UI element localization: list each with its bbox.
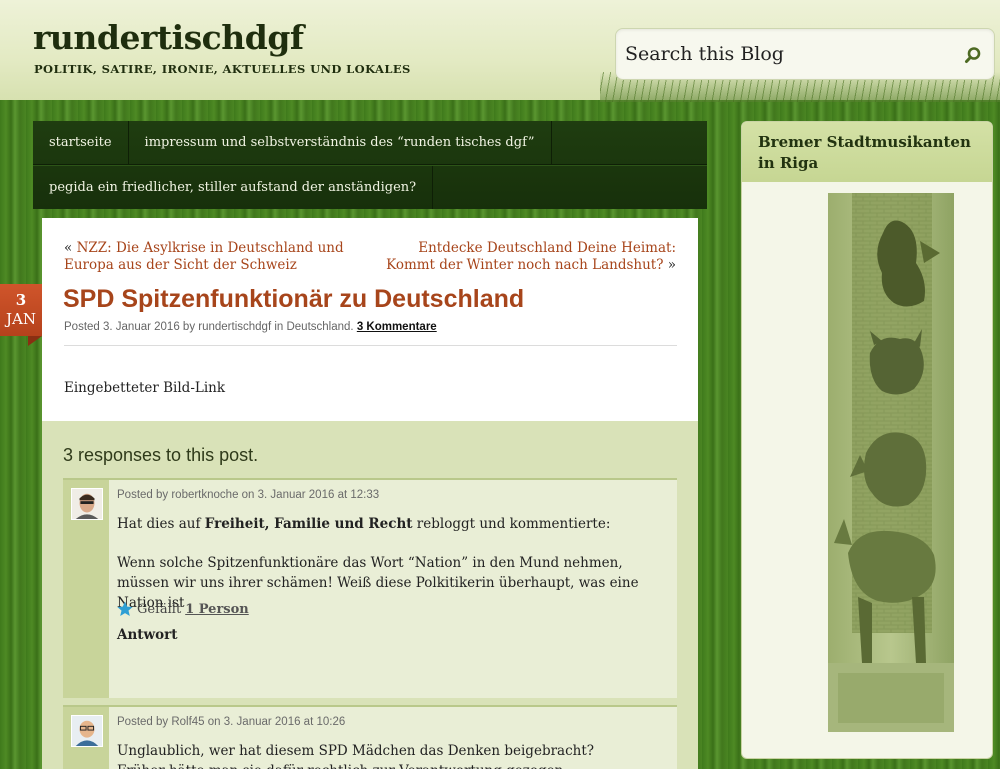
search-icon[interactable] [964, 46, 982, 64]
previous-post-nav: « NZZ: Die Asylkrise in Deutschland und … [64, 240, 384, 274]
avatar[interactable] [71, 715, 103, 747]
date-month: JAN [6, 310, 36, 328]
nav-row: pegida ein friedlicher, stiller aufstand… [33, 165, 707, 209]
post-article: « NZZ: Die Asylkrise in Deutschland und … [42, 218, 698, 421]
main-navigation: startseite impressum und selbstverständn… [33, 121, 707, 209]
site-header: rundertischdgf POLITIK, SATIRE, IRONIE, … [0, 0, 1000, 102]
date-badge-fold [28, 336, 42, 346]
reblog-suffix: rebloggt und kommentierte: [416, 516, 611, 532]
next-post-link[interactable]: Entdecke Deutschland Deine Heimat: Kommt… [386, 240, 676, 273]
prev-marker: « [64, 240, 73, 256]
next-marker: » [667, 257, 676, 273]
reblog-source-link[interactable]: Freiheit, Familie und Recht [205, 516, 413, 532]
like-label: Gefällt [137, 601, 182, 617]
comment-text-continued: Früher hätte man sie dafür rechtlich zur… [117, 761, 662, 769]
site-description: POLITIK, SATIRE, IRONIE, AKTUELLES UND L… [34, 62, 411, 76]
previous-post-link[interactable]: NZZ: Die Asylkrise in Deutschland und Eu… [64, 240, 344, 273]
post-body[interactable]: Eingebetteter Bild-Link [64, 380, 225, 396]
sidebar-image-widget: Bremer Stadtmusikanten in Riga [741, 121, 993, 759]
responses-title: 3 responses to this post. [63, 445, 259, 465]
post-title[interactable]: SPD Spitzenfunktionär zu Deutschland [63, 285, 524, 314]
comment-meta: Posted by robertknoche on 3. Januar 2016… [117, 489, 380, 501]
reply-button[interactable]: Antwort [117, 627, 178, 643]
like-row: Gefällt 1 Person [117, 601, 249, 617]
nav-row: startseite impressum und selbstverständn… [33, 121, 707, 165]
comment-item: Posted by Rolf45 on 3. Januar 2016 at 10… [63, 705, 677, 769]
reblog-prefix: Hat dies auf [117, 516, 201, 532]
divider [64, 345, 677, 346]
post-meta: Posted 3. Januar 2016 by rundertischdgf … [64, 321, 437, 333]
comments-section: 3 responses to this post. Posted by robe… [42, 421, 698, 769]
comment-item: Posted by robertknoche on 3. Januar 2016… [63, 478, 677, 698]
comments-count-link[interactable]: 3 Kommentare [357, 321, 437, 333]
search-box [615, 28, 995, 80]
bremen-town-musicians-statue-image[interactable] [828, 193, 954, 732]
next-post-nav: Entdecke Deutschland Deine Heimat: Kommt… [376, 240, 676, 274]
comment-text: Unglaublich, wer hat diesem SPD Mädchen … [117, 743, 595, 759]
nav-item-impressum[interactable]: impressum und selbstverständnis des “run… [129, 121, 552, 164]
like-count-link[interactable]: 1 Person [185, 602, 249, 617]
search-input[interactable] [625, 39, 945, 69]
site-title[interactable]: rundertischdgf [33, 18, 304, 57]
date-day: 3 [15, 291, 27, 309]
nav-item-pegida[interactable]: pegida ein friedlicher, stiller aufstand… [33, 166, 434, 209]
widget-title: Bremer Stadtmusikanten in Riga [742, 122, 992, 182]
comment-reblog-line: Hat dies auf Freiheit, Familie und Recht… [117, 514, 662, 534]
nav-item-startseite[interactable]: startseite [33, 121, 129, 164]
comment-meta: Posted by Rolf45 on 3. Januar 2016 at 10… [117, 716, 346, 728]
star-icon[interactable] [117, 601, 133, 617]
post-meta-text: Posted 3. Januar 2016 by rundertischdgf … [64, 321, 354, 333]
avatar[interactable] [71, 488, 103, 520]
date-badge: 3 JAN [0, 284, 42, 336]
